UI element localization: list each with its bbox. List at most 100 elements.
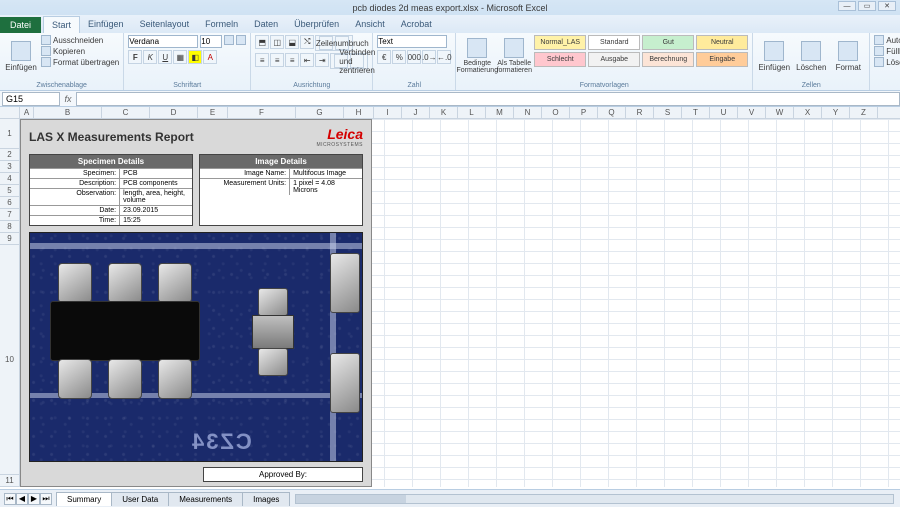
sheet-tab-measurements[interactable]: Measurements — [168, 492, 243, 506]
sheet-tab-images[interactable]: Images — [242, 492, 290, 506]
fill-button[interactable]: Füllbereich — [874, 46, 900, 56]
name-box[interactable]: G15 — [2, 92, 60, 106]
increase-indent-button[interactable]: ⇥ — [315, 53, 329, 67]
tab-einfügen[interactable]: Einfügen — [80, 16, 132, 33]
col-header[interactable]: M — [486, 107, 514, 118]
row-header[interactable]: 3 — [0, 161, 19, 173]
delete-cells-button[interactable]: Löschen — [794, 35, 828, 77]
col-header[interactable]: Y — [822, 107, 850, 118]
col-header[interactable]: T — [682, 107, 710, 118]
fill-color-button[interactable]: ◧ — [188, 50, 202, 64]
col-header[interactable]: B — [34, 107, 102, 118]
first-sheet-button[interactable]: ⏮ — [4, 493, 16, 505]
format-painter-button[interactable]: Format übertragen — [41, 57, 119, 67]
tab-daten[interactable]: Daten — [246, 16, 286, 33]
style-cell[interactable]: Gut — [642, 35, 694, 50]
font-color-button[interactable]: A — [203, 50, 217, 64]
font-size-input[interactable] — [200, 35, 222, 48]
scrollbar-thumb[interactable] — [296, 495, 406, 503]
bold-button[interactable]: F — [128, 50, 142, 64]
style-cell[interactable]: Standard — [588, 35, 640, 50]
conditional-formatting-button[interactable]: Bedingte Formatierung — [460, 35, 494, 77]
col-header[interactable]: A — [20, 107, 34, 118]
formula-input[interactable] — [76, 92, 900, 106]
align-bottom-button[interactable]: ⬓ — [285, 35, 299, 49]
col-header[interactable]: L — [458, 107, 486, 118]
close-button[interactable]: ✕ — [878, 1, 896, 11]
italic-button[interactable]: K — [143, 50, 157, 64]
tab-seitenlayout[interactable]: Seitenlayout — [132, 16, 198, 33]
sheet-tab-user-data[interactable]: User Data — [111, 492, 169, 506]
row-header[interactable]: 6 — [0, 197, 19, 209]
comma-button[interactable]: 000 — [407, 50, 421, 64]
col-header[interactable]: J — [402, 107, 430, 118]
col-header[interactable]: U — [710, 107, 738, 118]
autosum-button[interactable]: AutoSumme — [874, 35, 900, 45]
tab-ansicht[interactable]: Ansicht — [347, 16, 393, 33]
col-header[interactable]: Q — [598, 107, 626, 118]
increase-font-icon[interactable] — [224, 35, 234, 45]
row-header[interactable]: 7 — [0, 209, 19, 221]
row-header[interactable]: 5 — [0, 185, 19, 197]
row-header[interactable]: 2 — [0, 149, 19, 161]
copy-button[interactable]: Kopieren — [41, 46, 119, 56]
col-header[interactable]: Z — [850, 107, 878, 118]
merge-center-button[interactable]: Verbinden und zentrieren — [330, 53, 368, 69]
paste-button[interactable]: Einfügen — [4, 35, 38, 77]
tab-acrobat[interactable]: Acrobat — [393, 16, 440, 33]
col-header[interactable]: S — [654, 107, 682, 118]
format-as-table-button[interactable]: Als Tabelle formatieren — [497, 35, 531, 77]
col-header[interactable]: E — [198, 107, 228, 118]
align-top-button[interactable]: ⬒ — [255, 35, 269, 49]
number-format-select[interactable] — [377, 35, 447, 48]
col-header[interactable]: C — [102, 107, 150, 118]
align-middle-button[interactable]: ◫ — [270, 35, 284, 49]
style-cell[interactable]: Berechnung — [642, 52, 694, 67]
format-cells-button[interactable]: Format — [831, 35, 865, 77]
align-left-button[interactable]: ≡ — [255, 53, 269, 67]
maximize-button[interactable]: ▭ — [858, 1, 876, 11]
style-cell[interactable]: Neutral — [696, 35, 748, 50]
col-header[interactable]: O — [542, 107, 570, 118]
col-header[interactable]: H — [344, 107, 374, 118]
col-header[interactable]: N — [514, 107, 542, 118]
row-header[interactable]: 1 — [0, 119, 19, 149]
style-cell[interactable]: Eingabe — [696, 52, 748, 67]
col-header[interactable]: G — [296, 107, 344, 118]
next-sheet-button[interactable]: ▶ — [28, 493, 40, 505]
cut-button[interactable]: Ausschneiden — [41, 35, 119, 45]
row-header[interactable]: 8 — [0, 221, 19, 233]
prev-sheet-button[interactable]: ◀ — [16, 493, 28, 505]
increase-decimal-button[interactable]: .0→ — [422, 50, 436, 64]
col-header[interactable]: P — [570, 107, 598, 118]
tab-überprüfen[interactable]: Überprüfen — [286, 16, 347, 33]
col-header[interactable]: R — [626, 107, 654, 118]
col-header[interactable]: K — [430, 107, 458, 118]
col-header[interactable]: X — [794, 107, 822, 118]
orientation-button[interactable]: ⤭ — [300, 35, 314, 49]
col-header[interactable]: I — [374, 107, 402, 118]
cell-styles-gallery[interactable]: Normal_LASStandardGutNeutralSchlechtAusg… — [534, 35, 748, 67]
last-sheet-button[interactable]: ⏭ — [40, 493, 52, 505]
percent-button[interactable]: % — [392, 50, 406, 64]
font-name-input[interactable] — [128, 35, 198, 48]
currency-button[interactable]: € — [377, 50, 391, 64]
tab-start[interactable]: Start — [43, 16, 80, 33]
col-header[interactable]: D — [150, 107, 198, 118]
decrease-font-icon[interactable] — [236, 35, 246, 45]
insert-cells-button[interactable]: Einfügen — [757, 35, 791, 77]
tab-formeln[interactable]: Formeln — [197, 16, 246, 33]
horizontal-scrollbar[interactable] — [295, 494, 894, 504]
column-headers[interactable]: ABCDEFGHIJKLMNOPQRSTUVWXYZ — [20, 107, 900, 119]
fx-icon[interactable]: fx — [60, 94, 76, 104]
border-button[interactable]: ▦ — [173, 50, 187, 64]
decrease-indent-button[interactable]: ⇤ — [300, 53, 314, 67]
style-cell[interactable]: Schlecht — [534, 52, 586, 67]
row-header[interactable]: 9 — [0, 233, 19, 245]
row-header[interactable]: 10 — [0, 245, 19, 475]
select-all-corner[interactable] — [0, 107, 20, 119]
row-header[interactable]: 11 — [0, 475, 19, 487]
col-header[interactable]: W — [766, 107, 794, 118]
style-cell[interactable]: Ausgabe — [588, 52, 640, 67]
decrease-decimal-button[interactable]: ←.0 — [437, 50, 451, 64]
